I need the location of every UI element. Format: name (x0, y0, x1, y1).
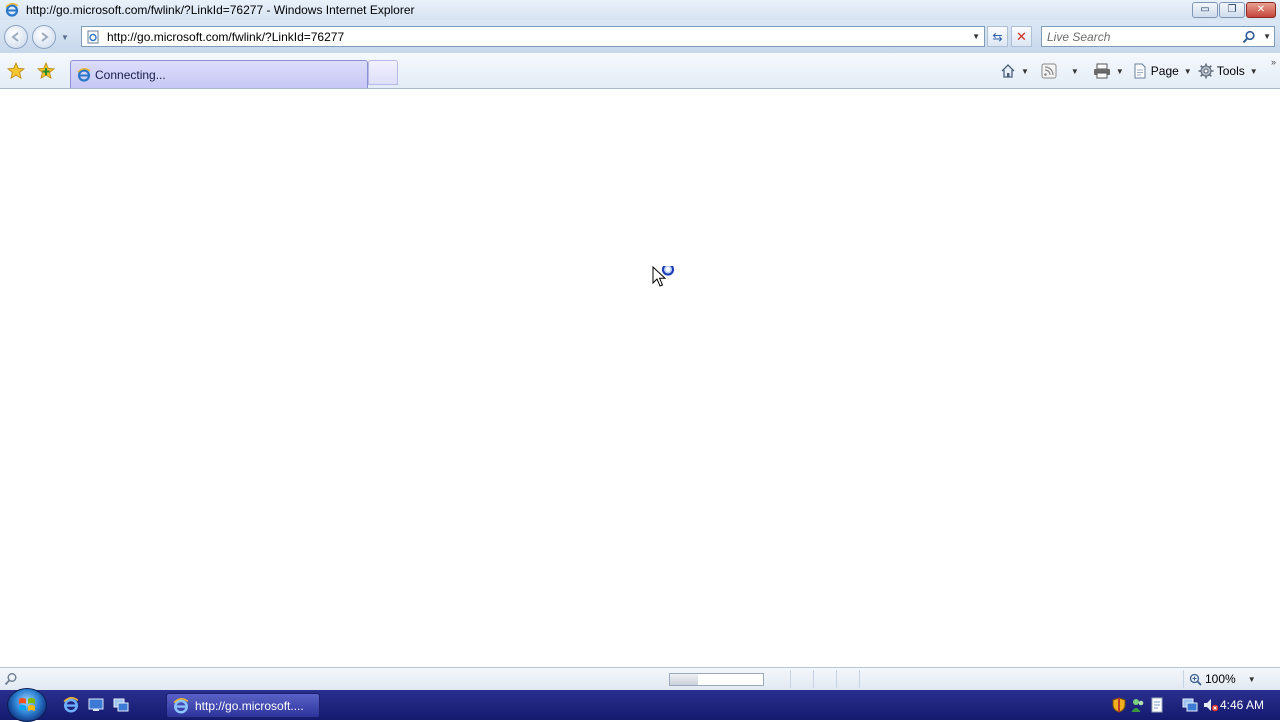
recent-pages-dropdown[interactable]: ▼ (61, 33, 69, 42)
restore-icon: ❐ (1227, 4, 1237, 15)
page-dropdown-icon: ▼ (1183, 66, 1192, 76)
window-title: http://go.microsoft.com/fwlink/?LinkId=7… (26, 3, 415, 17)
tab-ie-icon (77, 67, 91, 82)
minimize-button[interactable]: ▭ (1192, 2, 1218, 18)
search-box[interactable]: ▼ (1041, 26, 1275, 47)
page-content[interactable] (0, 89, 1280, 667)
gear-icon (1198, 63, 1214, 79)
window-controls: ▭ ❐ ✕ (1192, 2, 1276, 18)
tab-label: Connecting... (95, 67, 166, 82)
ie-quicklaunch-icon (63, 697, 79, 713)
loading-progress-bar (669, 673, 764, 686)
favorites-star-icon[interactable] (7, 62, 25, 80)
status-divider (859, 670, 860, 688)
status-divider (790, 670, 791, 688)
home-dropdown-icon[interactable]: ▼ (1021, 67, 1029, 76)
page-menu-icon (1134, 63, 1146, 79)
status-divider (836, 670, 837, 688)
restore-button[interactable]: ❐ (1219, 2, 1245, 18)
refresh-icon: ⇆ (992, 29, 1003, 44)
tools-menu-label: Tools (1216, 64, 1245, 78)
close-button[interactable]: ✕ (1246, 2, 1276, 18)
zoom-level: 100% (1205, 672, 1236, 686)
status-divider (813, 670, 814, 688)
refresh-button[interactable]: ⇆ (987, 26, 1008, 47)
status-divider (1183, 670, 1184, 688)
tools-dropdown-icon: ▼ (1249, 66, 1258, 76)
security-shield-icon[interactable] (1112, 697, 1126, 713)
busy-cursor-icon (652, 266, 675, 287)
zoom-dropdown-icon[interactable]: ▼ (1248, 675, 1256, 684)
back-arrow-icon (11, 32, 19, 42)
printer-icon (1093, 63, 1110, 79)
windows-logo-icon (19, 698, 35, 711)
taskbar-ie-window[interactable]: http://go.microsoft.... (166, 693, 320, 718)
quick-launch (62, 696, 130, 714)
home-button[interactable]: ▼ (1000, 63, 1029, 79)
new-tab-button[interactable] (368, 60, 398, 85)
command-bar: Connecting... ▼ ▼ ▼ Page ▼ Tools ▼ » (0, 53, 1280, 89)
zoom-magnifier-icon (1189, 673, 1202, 686)
switch-windows-icon (113, 698, 129, 712)
search-input[interactable] (1047, 29, 1237, 44)
volume-muted-icon[interactable] (1203, 697, 1219, 713)
tab-connecting[interactable]: Connecting... (70, 60, 368, 88)
network-icon[interactable] (1182, 697, 1198, 713)
add-favorites-icon[interactable] (37, 62, 55, 80)
close-icon: ✕ (1256, 4, 1266, 15)
address-bar[interactable]: http://go.microsoft.com/fwlink/?LinkId=7… (81, 26, 985, 47)
search-icon[interactable] (1242, 30, 1256, 44)
address-url[interactable]: http://go.microsoft.com/fwlink/?LinkId=7… (107, 30, 344, 44)
users-icon[interactable] (1131, 697, 1145, 713)
taskbar-window-label: http://go.microsoft.... (195, 698, 304, 713)
forward-arrow-icon (41, 32, 49, 42)
taskbar: http://go.microsoft.... 4:46 AM (0, 688, 1280, 722)
back-button[interactable] (4, 25, 28, 49)
print-button[interactable]: ▼ (1093, 63, 1124, 79)
quick-launch-switch-windows[interactable] (112, 696, 130, 714)
search-options-icon[interactable]: ▼ (1263, 32, 1271, 41)
tray-clock[interactable]: 4:46 AM (1220, 698, 1264, 712)
quick-launch-ie[interactable] (62, 696, 80, 714)
stop-icon: ✕ (1016, 28, 1027, 44)
ie-logo-icon (5, 3, 19, 17)
forward-button[interactable] (32, 25, 56, 49)
document-tray-icon[interactable] (1150, 697, 1164, 713)
progress-fill (670, 674, 698, 685)
command-tools: ▼ ▼ ▼ Page ▼ Tools ▼ (1000, 61, 1264, 81)
status-search-icon (4, 673, 17, 686)
page-menu[interactable]: Page ▼ (1132, 63, 1192, 79)
more-commands-icon[interactable]: » (1271, 57, 1276, 67)
home-icon (1001, 64, 1015, 78)
minimize-icon: ▭ (1200, 4, 1210, 15)
title-bar: http://go.microsoft.com/fwlink/?LinkId=7… (0, 0, 1280, 20)
page-menu-label: Page (1150, 64, 1179, 78)
address-dropdown-icon[interactable]: ▼ (972, 32, 980, 41)
status-bar: 100% ▼ (0, 667, 1280, 690)
navigation-bar: ▼ http://go.microsoft.com/fwlink/?LinkId… (0, 20, 1280, 53)
stop-button[interactable]: ✕ (1011, 26, 1032, 47)
feeds-dropdown-icon[interactable]: ▼ (1071, 67, 1079, 76)
system-tray: 4:46 AM (1108, 690, 1280, 720)
start-button[interactable] (7, 688, 47, 722)
print-dropdown-icon[interactable]: ▼ (1116, 67, 1124, 76)
rss-feed-icon (1041, 63, 1057, 79)
quick-launch-desktop[interactable] (87, 696, 105, 714)
show-desktop-icon (88, 698, 104, 711)
feeds-button[interactable]: ▼ (1041, 63, 1079, 79)
zoom-control[interactable]: 100% ▼ (1189, 672, 1256, 686)
tools-menu[interactable]: Tools ▼ (1198, 63, 1258, 79)
page-icon (87, 30, 99, 43)
taskbar-ie-icon (173, 697, 189, 714)
